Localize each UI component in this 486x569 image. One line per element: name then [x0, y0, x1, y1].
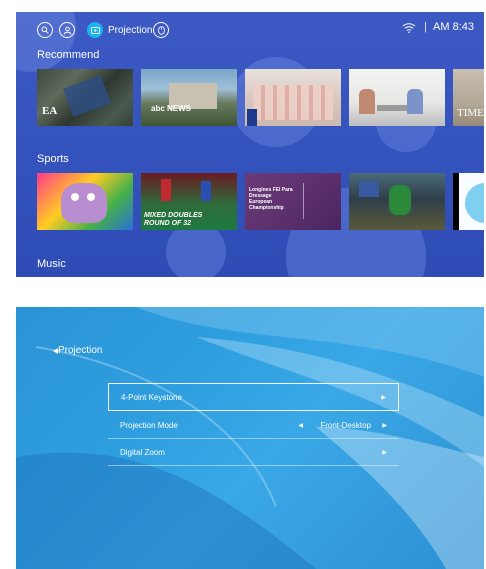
menu-item-projection-mode[interactable]: Projection Mode ◀ Front-Desktop ▶ — [108, 411, 399, 439]
menu-item-keystone[interactable]: 4-Point Keystone ▶ — [108, 383, 399, 411]
sports-tile-cartoon[interactable] — [37, 173, 133, 230]
clock: AM 8:43 — [433, 21, 474, 33]
top-bar: Projection | AM 8:43 — [16, 12, 484, 52]
projection-tab-label: Projection — [108, 24, 153, 36]
menu-item-label: 4-Point Keystone — [121, 392, 182, 402]
search-icon — [41, 26, 49, 34]
projection-screen: Projection 4-Point Keystone ▶ Projection… — [16, 307, 484, 569]
chevron-right-icon: ▶ — [382, 449, 387, 456]
tab-projection[interactable]: Projection — [87, 22, 152, 38]
menu-item-label: Projection Mode — [120, 420, 178, 430]
section-title-music: Music — [37, 258, 66, 270]
chevron-left-icon[interactable]: ◀ — [298, 422, 303, 429]
back-button[interactable]: Projection — [53, 345, 102, 356]
chevron-right-icon: ▶ — [381, 394, 386, 401]
recommend-tile-time[interactable]: TIME — [453, 69, 484, 126]
search-button[interactable] — [37, 22, 53, 38]
recommend-tile-group[interactable] — [245, 69, 341, 126]
recommend-tile-interview[interactable] — [349, 69, 445, 126]
mouse-icon — [157, 25, 165, 35]
back-label: Projection — [58, 345, 103, 356]
tile-caption: EA — [42, 105, 58, 117]
sports-tile-dressage[interactable]: Longines FEI Para Dressage European Cham… — [245, 173, 341, 230]
tile-caption: Longines FEI Para Dressage European Cham… — [249, 187, 293, 211]
divider — [108, 465, 399, 466]
projection-icon — [87, 22, 103, 38]
status-separator: | — [424, 21, 428, 33]
mouse-button[interactable] — [153, 22, 169, 38]
sports-tile-cartoon2[interactable] — [453, 173, 484, 230]
recommend-row: EA abc NEWS TIME — [37, 69, 484, 126]
sports-tile-badminton[interactable]: MIXED DOUBLES ROUND OF 32 — [141, 173, 237, 230]
user-icon — [63, 26, 71, 35]
sports-row: MIXED DOUBLES ROUND OF 32 Longines FEI P… — [37, 173, 484, 230]
menu-item-label: Digital Zoom — [120, 447, 165, 457]
wifi-icon — [402, 22, 416, 33]
status-area: | AM 8:43 — [402, 21, 474, 33]
chevron-right-icon[interactable]: ▶ — [382, 422, 387, 429]
menu-item-digital-zoom[interactable]: Digital Zoom ▶ — [108, 438, 399, 466]
tile-caption: TIME — [457, 107, 484, 119]
recommend-tile-news[interactable]: abc NEWS — [141, 69, 237, 126]
section-title-recommend: Recommend — [37, 49, 100, 61]
section-title-sports: Sports — [37, 153, 69, 165]
user-button[interactable] — [59, 22, 75, 38]
tile-caption: abc NEWS — [151, 104, 192, 113]
sports-tile-cycling[interactable] — [349, 173, 445, 230]
launcher-screen: Projection | AM 8:43 Recommend EA abc NE… — [16, 12, 484, 277]
recommend-tile-drone[interactable]: EA — [37, 69, 133, 126]
tile-caption: MIXED DOUBLES ROUND OF 32 — [144, 212, 203, 227]
projection-mode-value: Front-Desktop — [320, 420, 371, 430]
